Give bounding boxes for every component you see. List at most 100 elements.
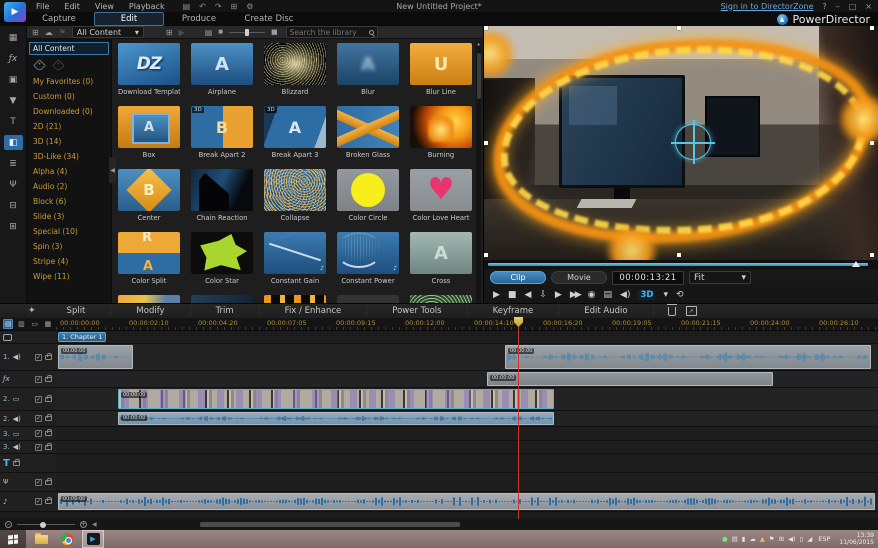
toolbar-trim[interactable]: Trim xyxy=(191,306,260,316)
track-enable-checkbox[interactable]: ✓ xyxy=(35,376,42,383)
tab-capture[interactable]: Capture xyxy=(24,12,94,26)
track-lock-icon[interactable] xyxy=(45,431,52,436)
track-enable-checkbox[interactable]: ✓ xyxy=(35,415,42,422)
timeline-clip[interactable]: 00:00:00 xyxy=(505,345,871,369)
transition-item[interactable]: 3DBBreak Apart 2 xyxy=(191,106,253,169)
crop-handle[interactable] xyxy=(677,253,681,257)
next-frame-button[interactable]: ▶ xyxy=(555,290,562,300)
download-cloud-icon[interactable]: ☁ xyxy=(45,28,53,37)
preview-video[interactable] xyxy=(484,26,878,260)
scroll-up-icon[interactable]: ▲ xyxy=(476,41,481,46)
film-icon[interactable]: ▦ xyxy=(43,319,53,329)
record-button[interactable]: ⇩ xyxy=(539,290,547,300)
tab-create-disc[interactable]: Create Disc xyxy=(234,12,304,26)
category-3d[interactable]: 3D (14) xyxy=(29,134,109,149)
redo-icon[interactable]: ↷ xyxy=(215,2,222,11)
track-lock-icon[interactable] xyxy=(45,480,52,485)
track-lock-icon[interactable] xyxy=(45,355,52,360)
video-track-1-audio-content[interactable]: 00:00:0000:00:00 xyxy=(56,344,878,370)
timeline-clip[interactable]: 00:00:00 xyxy=(118,412,554,425)
track-lock-icon[interactable] xyxy=(45,397,52,402)
room-layout-icon[interactable]: ⊞ xyxy=(231,2,238,11)
play-button[interactable]: ▶ xyxy=(493,290,500,300)
panel-collapse-handle[interactable]: ◀ xyxy=(109,157,116,183)
transition-item[interactable]: Color Circle xyxy=(337,169,399,232)
timecode-display[interactable]: 00:00:13:21 xyxy=(612,271,684,285)
transition-item[interactable]: Burning xyxy=(410,106,472,169)
toolbar-modify[interactable]: Modify xyxy=(111,306,190,316)
track-lock-icon[interactable] xyxy=(45,416,52,421)
crop-handle[interactable] xyxy=(870,141,874,145)
tray-cloud-icon[interactable]: ☁ xyxy=(749,535,756,543)
category-custom[interactable]: Custom (0) xyxy=(29,89,109,104)
category-slide[interactable]: Slide (3) xyxy=(29,209,109,224)
produce-range-icon[interactable]: ↗ xyxy=(686,306,697,316)
help-icon[interactable]: ? xyxy=(822,2,826,11)
music-track-header[interactable]: ♪✓ xyxy=(0,492,56,511)
crop-handle[interactable] xyxy=(870,26,874,30)
effect-track-header[interactable]: ƒx✓ xyxy=(0,371,56,387)
transition-item[interactable]: ABlur xyxy=(337,43,399,106)
category-special[interactable]: Special (10) xyxy=(29,224,109,239)
timeline-clip[interactable]: 00:00:00 xyxy=(58,493,875,510)
large-thumbnail-icon[interactable]: ■ xyxy=(271,28,278,36)
taskbar-file-explorer[interactable] xyxy=(30,530,52,548)
view-mode-icon[interactable]: ▥ xyxy=(16,319,26,329)
toolbar-fix-enhance[interactable]: Fix / Enhance xyxy=(260,306,368,316)
category-3d-like[interactable]: 3D-Like (34) xyxy=(29,149,109,164)
menu-view[interactable]: View xyxy=(95,2,114,11)
taskbar-chrome[interactable] xyxy=(56,530,78,548)
import-icon[interactable]: ⊞ xyxy=(32,28,39,37)
zoom-out-icon[interactable]: – xyxy=(5,521,12,528)
tray-network-icon[interactable]: ◢ xyxy=(807,535,812,543)
tray-folder-icon[interactable]: ▤ xyxy=(732,535,738,543)
magic-tools-icon[interactable]: ✦ xyxy=(28,306,36,316)
new-folder-icon[interactable]: ⊞ xyxy=(166,28,173,37)
video-track-3-header[interactable]: 3.▭✓ xyxy=(0,427,56,440)
chapter-track-header[interactable]: ▭ xyxy=(0,331,56,343)
toolbar-edit-audio[interactable]: Edit Audio xyxy=(559,306,653,316)
crop-handle[interactable] xyxy=(484,26,488,30)
crop-handle[interactable] xyxy=(484,253,488,257)
menu-file[interactable]: File xyxy=(36,2,49,11)
audio-track-2-content[interactable]: 00:00:00 xyxy=(56,411,878,426)
transition-item[interactable]: Collapse xyxy=(264,169,326,232)
audio-track-2-header[interactable]: 2.◀)✓ xyxy=(0,411,56,426)
voice-track-content[interactable] xyxy=(56,473,878,491)
track-enable-checkbox[interactable]: ✓ xyxy=(35,354,42,361)
mode-3d-button[interactable]: 3D xyxy=(638,290,655,300)
zoom-in-icon[interactable]: + xyxy=(80,521,87,528)
timeline-zoom-slider[interactable] xyxy=(17,524,75,525)
voice-over-room-icon[interactable]: Ψ xyxy=(4,177,23,192)
title-room-icon[interactable]: T xyxy=(4,114,23,129)
transition-item[interactable]: Chain Reaction xyxy=(191,169,253,232)
library-search[interactable] xyxy=(286,26,378,38)
tray-status-icon[interactable]: ● xyxy=(722,535,728,543)
category-alpha[interactable]: Alpha (4) xyxy=(29,164,109,179)
preferences-icon[interactable]: ⚙ xyxy=(246,2,253,11)
category-my-favorites[interactable]: My Favorites (0) xyxy=(29,74,109,89)
transition-item[interactable]: Color Split xyxy=(118,232,180,295)
tray-plug-icon[interactable]: ▯ xyxy=(800,535,804,543)
audio-mixing-room-icon[interactable]: ≣ xyxy=(4,156,23,171)
transition-item[interactable]: ♪Constant Gain xyxy=(264,232,326,295)
tray-phone-icon[interactable]: ▮ xyxy=(742,535,746,543)
tray-volume-icon[interactable]: ◀) xyxy=(788,535,796,543)
track-lock-icon[interactable] xyxy=(45,445,52,450)
audio-track-3-header[interactable]: 3.◀)✓ xyxy=(0,441,56,453)
search-input[interactable] xyxy=(290,28,366,37)
search-icon[interactable] xyxy=(369,30,374,35)
particle-room-icon[interactable]: ▼ xyxy=(4,93,23,108)
clip-mode-button[interactable]: Clip xyxy=(490,271,546,284)
timeline-clip[interactable]: 00:00:00 xyxy=(118,389,554,409)
video-track-1-audio-header[interactable]: 1.◀)✓ xyxy=(0,344,56,370)
menu-playback[interactable]: Playback xyxy=(129,2,165,11)
effect-room-icon[interactable]: ƒx xyxy=(4,51,23,66)
preview-window-button[interactable]: ▤ xyxy=(604,290,613,300)
transition-item[interactable]: ACross xyxy=(410,232,472,295)
timeline-h-scrollbar[interactable] xyxy=(200,522,460,527)
delete-icon[interactable] xyxy=(668,307,676,316)
add-tag-icon[interactable] xyxy=(33,59,46,72)
transition-item[interactable]: Color Star xyxy=(191,232,253,295)
crop-handle[interactable] xyxy=(484,141,488,145)
